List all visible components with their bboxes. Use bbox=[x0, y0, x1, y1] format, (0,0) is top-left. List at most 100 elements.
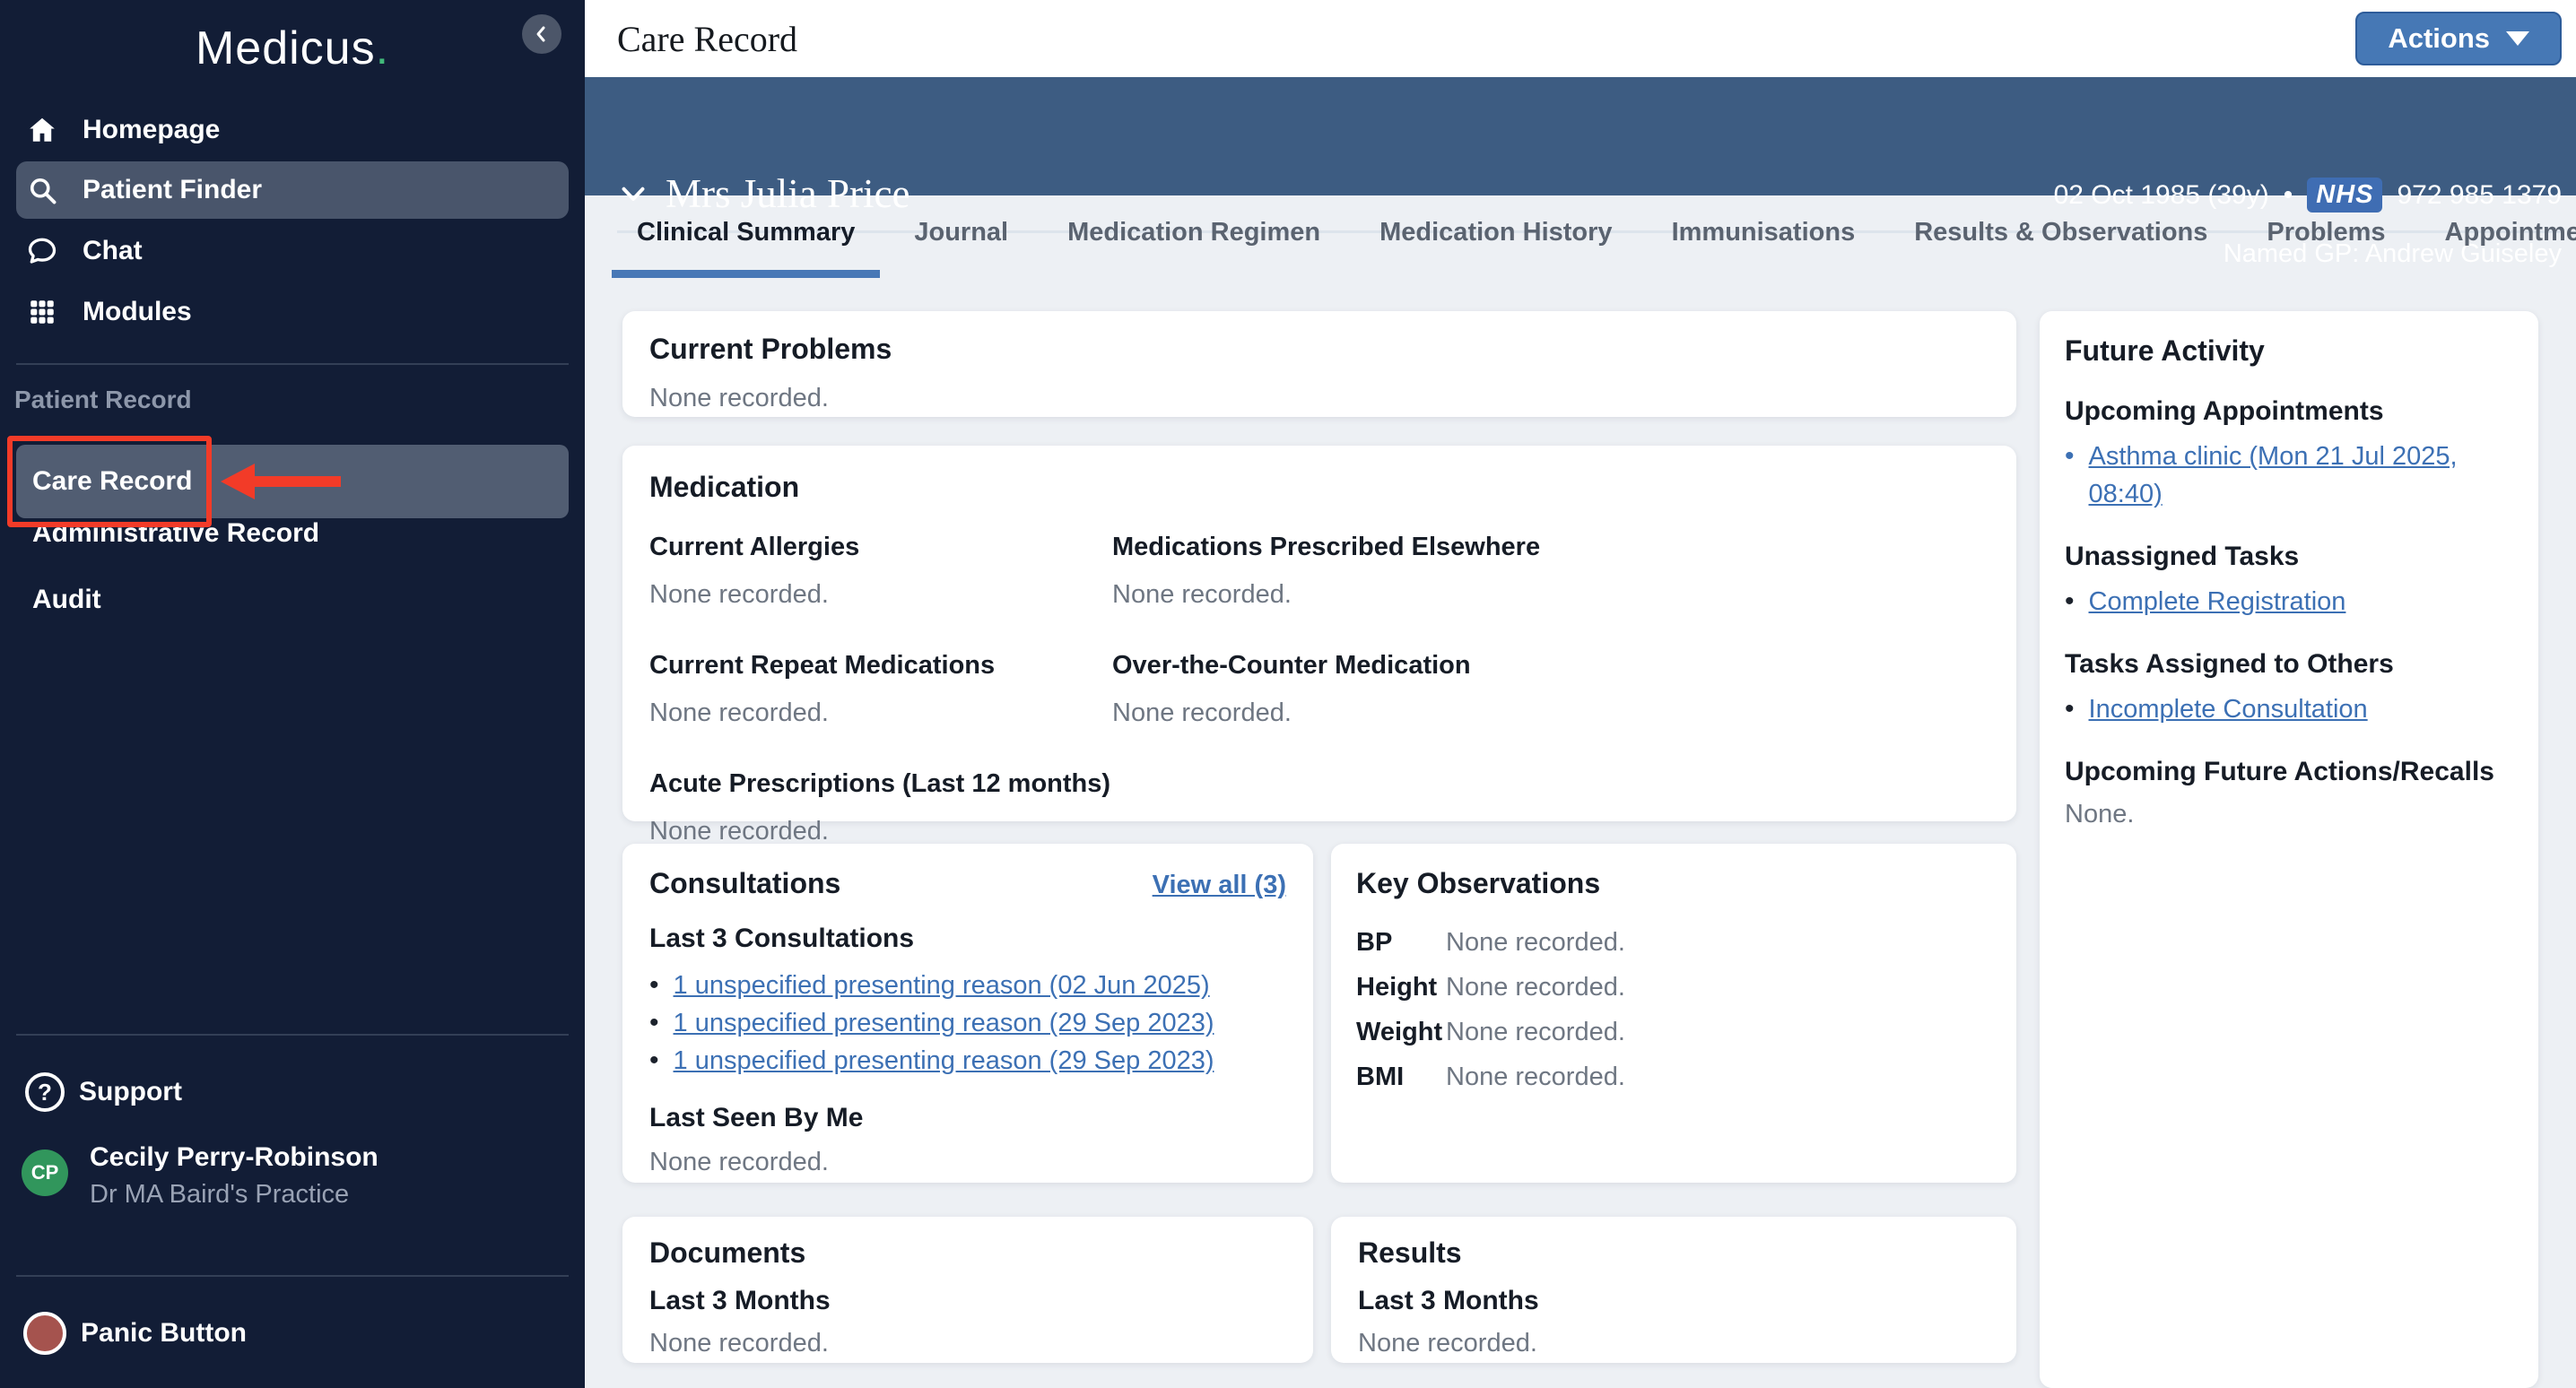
observation-value: None recorded. bbox=[1446, 1063, 1625, 1092]
actions-button-label: Actions bbox=[2388, 22, 2490, 55]
patient-record-section-label: Patient Record bbox=[14, 386, 192, 414]
list-item: 1 unspecified presenting reason (29 Sep … bbox=[649, 1042, 1286, 1080]
results-card: Results Last 3 Months None recorded. bbox=[1331, 1217, 2016, 1363]
modules-icon bbox=[25, 295, 59, 329]
tab-medication-history[interactable]: Medication History bbox=[1354, 195, 1637, 278]
record-tabs: Clinical Summary Journal Medication Regi… bbox=[585, 195, 2576, 278]
medication-group: Current Allergies None recorded. bbox=[649, 533, 1112, 610]
view-all-consultations-link[interactable]: View all (3) bbox=[1153, 871, 1286, 900]
card-title: Medication bbox=[649, 471, 1989, 504]
sidebar-item-label: Modules bbox=[83, 297, 192, 327]
last-3-months-label: Last 3 Months bbox=[649, 1286, 1286, 1316]
observation-label: BMI bbox=[1356, 1063, 1446, 1092]
group-value: None recorded. bbox=[1112, 698, 1989, 728]
chevron-left-icon bbox=[531, 23, 553, 45]
list-item: Complete Registration bbox=[2065, 583, 2513, 620]
empty-state-text: None recorded. bbox=[649, 384, 1989, 413]
appointment-link[interactable]: Asthma clinic (Mon 21 Jul 2025, 08:40) bbox=[2089, 438, 2513, 513]
medication-card: Medication Current Allergies None record… bbox=[622, 446, 2016, 821]
observation-row: Height None recorded. bbox=[1356, 965, 1991, 1010]
group-label: Current Allergies bbox=[649, 533, 1112, 562]
card-title: Future Activity bbox=[2065, 334, 2513, 368]
home-icon bbox=[25, 113, 59, 147]
tab-appointments[interactable]: Appointments bbox=[2420, 195, 2576, 278]
sidebar-divider bbox=[16, 1034, 569, 1036]
sidebar-item-label: Support bbox=[79, 1077, 182, 1107]
tab-clinical-summary[interactable]: Clinical Summary bbox=[612, 195, 880, 278]
empty-state-text: None recorded. bbox=[1358, 1329, 1989, 1358]
patient-banner: Mrs Julia Price 02 Oct 1985 (39y) • NHS … bbox=[585, 77, 2576, 195]
sidebar-item-label: Chat bbox=[83, 236, 143, 266]
card-title: Consultations bbox=[649, 867, 840, 900]
task-link[interactable]: Complete Registration bbox=[2089, 583, 2346, 620]
last-3-consultations-label: Last 3 Consultations bbox=[649, 924, 1286, 954]
sidebar-item-audit[interactable]: Audit bbox=[16, 574, 569, 626]
user-practice: Dr MA Baird's Practice bbox=[90, 1180, 379, 1210]
sidebar-item-label: Care Record bbox=[32, 466, 192, 497]
tab-results-observations[interactable]: Results & Observations bbox=[1889, 195, 2232, 278]
tab-problems[interactable]: Problems bbox=[2241, 195, 2410, 278]
actions-button[interactable]: Actions bbox=[2355, 12, 2562, 65]
empty-state-text: None recorded. bbox=[649, 1329, 1286, 1358]
tab-medication-regimen[interactable]: Medication Regimen bbox=[1042, 195, 1345, 278]
upcoming-future-actions-label: Upcoming Future Actions/Recalls bbox=[2065, 757, 2513, 787]
observation-value: None recorded. bbox=[1446, 928, 1625, 958]
sidebar-item-label: Homepage bbox=[83, 115, 220, 145]
group-label: Acute Prescriptions (Last 12 months) bbox=[649, 769, 1989, 799]
collapse-sidebar-button[interactable] bbox=[522, 14, 561, 54]
sidebar-item-label: Audit bbox=[32, 585, 101, 615]
consultation-link[interactable]: 1 unspecified presenting reason (29 Sep … bbox=[674, 1004, 1214, 1042]
logo-dot: . bbox=[376, 22, 389, 74]
medication-group: Acute Prescriptions (Last 12 months) Non… bbox=[649, 769, 1989, 846]
tab-journal[interactable]: Journal bbox=[889, 195, 1033, 278]
observation-label: BP bbox=[1356, 928, 1446, 958]
medicus-logo: Medicus. bbox=[0, 22, 585, 75]
observation-row: BMI None recorded. bbox=[1356, 1054, 1991, 1099]
tab-immunisations[interactable]: Immunisations bbox=[1647, 195, 1881, 278]
sidebar-item-patient-finder[interactable]: Patient Finder bbox=[16, 161, 569, 219]
group-value: None recorded. bbox=[1112, 580, 1989, 610]
observation-row: Weight None recorded. bbox=[1356, 1010, 1991, 1054]
empty-state-text: None. bbox=[2065, 800, 2513, 829]
group-label: Over-the-Counter Medication bbox=[1112, 651, 1989, 681]
consultation-link[interactable]: 1 unspecified presenting reason (02 Jun … bbox=[674, 967, 1210, 1004]
sidebar-item-administrative-record[interactable]: Administrative Record bbox=[16, 507, 569, 560]
group-value: None recorded. bbox=[649, 817, 1989, 846]
user-profile[interactable]: CP Cecily Perry-Robinson Dr MA Baird's P… bbox=[22, 1142, 569, 1210]
consultations-card: Consultations View all (3) Last 3 Consul… bbox=[622, 844, 1313, 1183]
panic-icon bbox=[23, 1312, 66, 1355]
chat-icon bbox=[25, 234, 59, 268]
sidebar-divider bbox=[16, 1275, 569, 1277]
card-title: Current Problems bbox=[649, 333, 1989, 366]
current-problems-card: Current Problems None recorded. bbox=[622, 311, 2016, 417]
page-header: Care Record Actions bbox=[585, 0, 2576, 77]
key-observations-card: Key Observations BP None recorded. Heigh… bbox=[1331, 844, 2016, 1183]
upcoming-appointments-label: Upcoming Appointments bbox=[2065, 396, 2513, 427]
group-value: None recorded. bbox=[649, 580, 1112, 610]
sidebar-item-homepage[interactable]: Homepage bbox=[16, 101, 569, 159]
observation-label: Weight bbox=[1356, 1018, 1446, 1047]
list-item: 1 unspecified presenting reason (02 Jun … bbox=[649, 967, 1286, 1004]
last-seen-by-me-label: Last Seen By Me bbox=[649, 1103, 1286, 1133]
medication-group: Medications Prescribed Elsewhere None re… bbox=[1112, 533, 1989, 610]
observation-value: None recorded. bbox=[1446, 1018, 1625, 1047]
sidebar-item-modules[interactable]: Modules bbox=[16, 283, 569, 341]
group-label: Current Repeat Medications bbox=[649, 651, 1112, 681]
sidebar-item-support[interactable]: ? Support bbox=[16, 1067, 569, 1117]
app-window: Medicus. Homepage Patient Finder Chat bbox=[0, 0, 2576, 1388]
sidebar-item-chat[interactable]: Chat bbox=[16, 222, 569, 280]
card-title: Key Observations bbox=[1356, 867, 1991, 900]
list-item: Asthma clinic (Mon 21 Jul 2025, 08:40) bbox=[2065, 438, 2513, 513]
observation-label: Height bbox=[1356, 973, 1446, 1002]
user-name: Cecily Perry-Robinson bbox=[90, 1142, 379, 1173]
task-link[interactable]: Incomplete Consultation bbox=[2089, 690, 2368, 728]
card-title: Documents bbox=[649, 1236, 1286, 1270]
unassigned-tasks-label: Unassigned Tasks bbox=[2065, 542, 2513, 572]
annotation-arrow-icon bbox=[221, 464, 255, 499]
sidebar-item-label: Patient Finder bbox=[83, 175, 262, 205]
panic-button[interactable]: Panic Button bbox=[23, 1309, 569, 1358]
sidebar-divider bbox=[16, 363, 569, 365]
consultation-link[interactable]: 1 unspecified presenting reason (29 Sep … bbox=[674, 1042, 1214, 1080]
tasks-assigned-to-others-label: Tasks Assigned to Others bbox=[2065, 649, 2513, 680]
list-item: Incomplete Consultation bbox=[2065, 690, 2513, 728]
